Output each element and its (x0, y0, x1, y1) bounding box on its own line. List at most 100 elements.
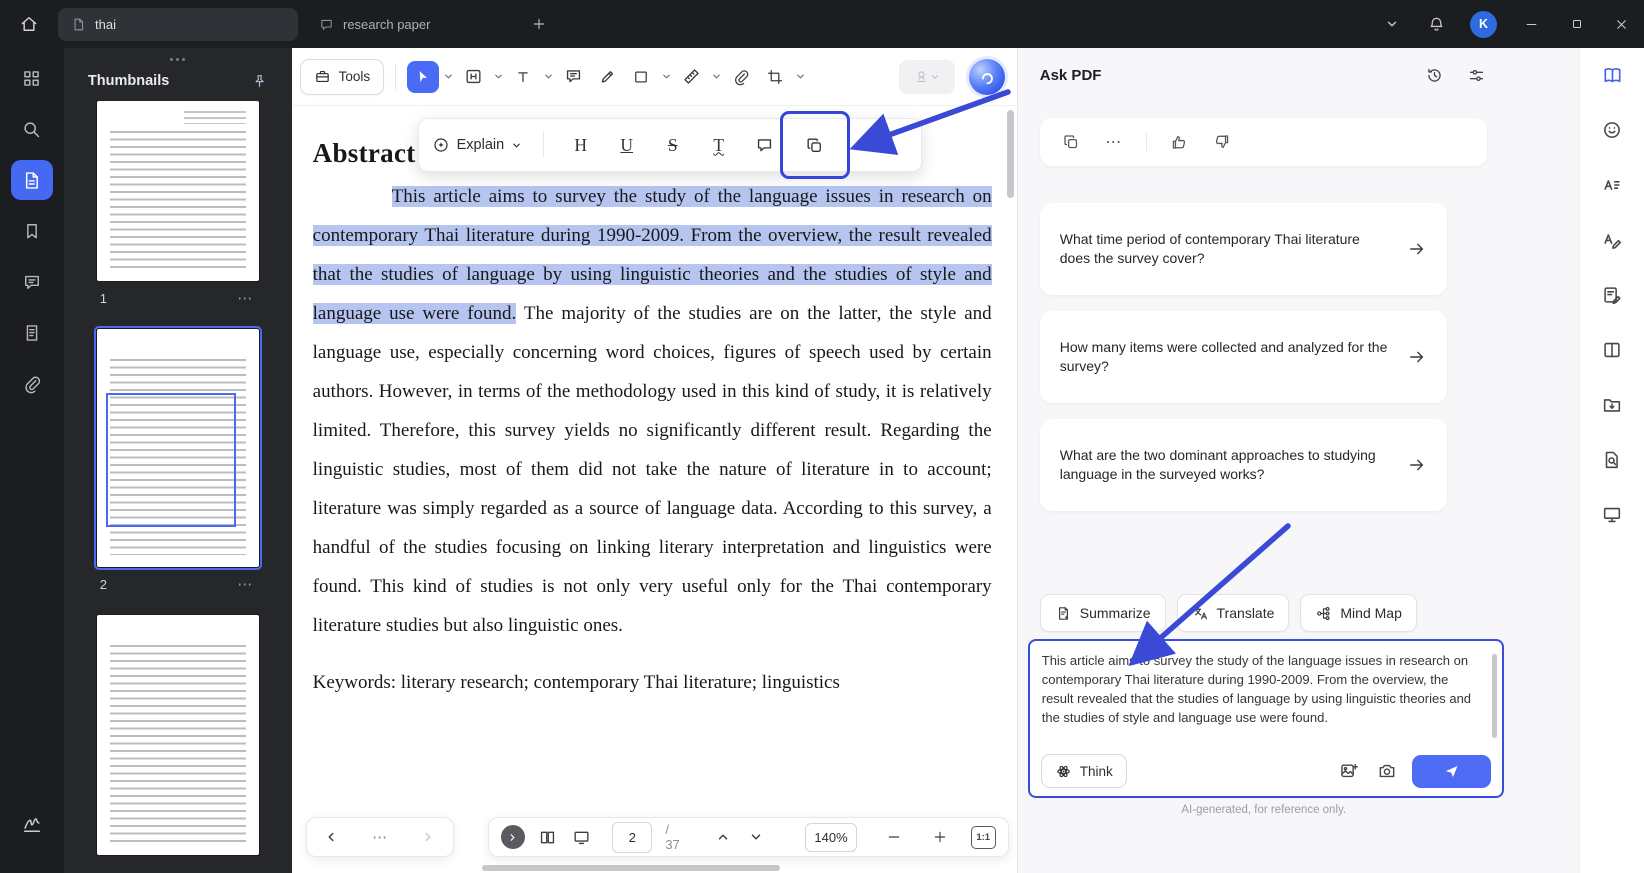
avatar[interactable]: K (1470, 10, 1497, 38)
add-image-button[interactable] (1336, 758, 1362, 784)
minimize-button[interactable] (1509, 0, 1554, 48)
pen-tool-button[interactable] (591, 60, 623, 94)
pin-icon (255, 74, 264, 87)
page-more-button[interactable]: ⋯ (234, 573, 256, 595)
measure-tool-dropdown[interactable] (709, 60, 723, 94)
thumbs-up-button[interactable] (1168, 131, 1190, 153)
edit-text-button[interactable] (1599, 227, 1625, 253)
bookmarks-button[interactable] (11, 211, 53, 251)
page-layout-button[interactable] (538, 822, 558, 852)
translate-button[interactable]: Translate (1176, 594, 1290, 632)
attach-tool-button[interactable] (725, 60, 757, 94)
zoom-in-button[interactable] (929, 822, 949, 852)
select-tool-dropdown[interactable] (441, 60, 455, 94)
comment-tool-button[interactable] (557, 60, 589, 94)
zoom-level-control[interactable]: 140% (805, 822, 857, 852)
text-tool-dropdown[interactable] (541, 60, 555, 94)
back-button[interactable] (320, 822, 342, 852)
text-tool-button[interactable] (507, 60, 539, 94)
thumbnail-page-2-selected[interactable]: 2 ⋯ (93, 326, 262, 601)
attachments-button[interactable] (11, 364, 53, 404)
chat-settings-button[interactable] (1461, 60, 1491, 90)
response-toolbar: ⋯ (1039, 118, 1487, 166)
copy-button[interactable] (796, 127, 833, 163)
present-share-button[interactable] (1599, 502, 1625, 528)
suggested-question-card[interactable]: What are the two dominant approaches to … (1039, 419, 1447, 511)
tab-thai[interactable]: thai (58, 7, 298, 41)
thumbnail-page-1[interactable]: 1 ⋯ (96, 101, 259, 315)
forward-button[interactable] (417, 822, 439, 852)
pages-button[interactable] (11, 313, 53, 353)
search-button[interactable] (11, 109, 53, 149)
send-button[interactable] (1411, 754, 1491, 788)
shape-tool-dropdown[interactable] (659, 60, 673, 94)
copy-button-wrap (779, 111, 850, 179)
ocr-button[interactable] (1599, 447, 1625, 473)
home-button[interactable] (0, 0, 58, 48)
highlight-button[interactable]: H (562, 127, 599, 163)
chat-tab-icon (321, 19, 332, 30)
pin-panel-button[interactable] (250, 71, 270, 91)
ai-assistant-button[interactable] (968, 58, 1005, 95)
notifications-button[interactable] (1419, 0, 1453, 48)
chat-input-text[interactable]: This article aims to survey the study of… (1042, 651, 1480, 749)
horizontal-scrollbar-thumb[interactable] (481, 865, 780, 871)
more-actions-button[interactable]: ⋯ (369, 822, 391, 852)
apps-grid-button[interactable] (11, 58, 53, 98)
crop-tool-button[interactable] (759, 60, 791, 94)
thumbnails-panel-button[interactable] (10, 160, 53, 200)
thumbnail-page-3[interactable] (96, 615, 259, 855)
reactions-button[interactable] (1599, 117, 1625, 143)
page-more-button[interactable]: ⋯ (234, 287, 256, 309)
panel-drag-handle[interactable] (64, 52, 292, 66)
expand-bar-button[interactable] (500, 825, 525, 849)
chevron-down-icon (513, 143, 521, 147)
reader-mode-button[interactable] (1599, 62, 1625, 88)
crop-tool-dropdown[interactable] (793, 60, 807, 94)
export-button[interactable] (1599, 392, 1625, 418)
markup-tool-button[interactable] (457, 60, 489, 94)
page-number-input[interactable] (612, 821, 653, 853)
measure-tool-button[interactable] (675, 60, 707, 94)
copy-response-button[interactable] (1060, 131, 1082, 153)
explain-button[interactable]: Explain (429, 136, 526, 154)
next-page-button[interactable] (746, 822, 766, 852)
select-tool-button[interactable] (407, 60, 440, 93)
think-mode-button[interactable]: Think (1040, 754, 1127, 788)
squiggly-button[interactable]: T (700, 127, 737, 163)
summarize-label: Summarize (1079, 605, 1151, 621)
ai-writer-button[interactable] (1599, 282, 1625, 308)
comment-icon (24, 275, 39, 289)
presentation-mode-button[interactable] (571, 822, 591, 852)
summarize-button[interactable]: Summarize (1039, 594, 1166, 632)
screenshot-button[interactable] (1374, 758, 1400, 784)
previous-page-button[interactable] (712, 822, 732, 852)
read-aloud-button[interactable] (1599, 172, 1625, 198)
chevron-down-icon (662, 74, 670, 79)
markup-tool-dropdown[interactable] (491, 60, 505, 94)
thumbs-down-button[interactable] (1211, 131, 1233, 153)
vertical-scrollbar-thumb[interactable] (1006, 110, 1014, 198)
actual-size-button[interactable]: 1:1 (970, 825, 996, 849)
tabs-dropdown-button[interactable] (1375, 0, 1409, 48)
page-organize-button[interactable] (1599, 337, 1625, 363)
suggested-question-card[interactable]: How many items were collected and analyz… (1039, 311, 1447, 403)
strikethrough-button[interactable]: S (654, 127, 691, 163)
tab-research-paper[interactable]: research paper (306, 8, 518, 41)
new-tab-button[interactable] (522, 7, 556, 41)
underline-button[interactable]: U (608, 127, 645, 163)
mind-map-button[interactable]: Mind Map (1300, 594, 1417, 632)
maximize-button[interactable] (1554, 0, 1599, 48)
suggested-question-card[interactable]: What time period of contemporary Thai li… (1039, 203, 1447, 295)
tools-button[interactable]: Tools (299, 58, 385, 95)
shape-tool-button[interactable] (625, 60, 657, 94)
response-more-button[interactable]: ⋯ (1103, 131, 1125, 153)
signature-button[interactable] (11, 803, 53, 843)
close-button[interactable] (1599, 0, 1644, 48)
chat-history-button[interactable] (1419, 60, 1449, 90)
comments-button[interactable] (11, 262, 53, 302)
input-scrollbar-thumb[interactable] (1491, 654, 1497, 738)
sticky-note-button[interactable] (746, 127, 783, 163)
zoom-out-button[interactable] (884, 822, 904, 852)
stamp-tool-button-disabled[interactable] (898, 59, 955, 94)
